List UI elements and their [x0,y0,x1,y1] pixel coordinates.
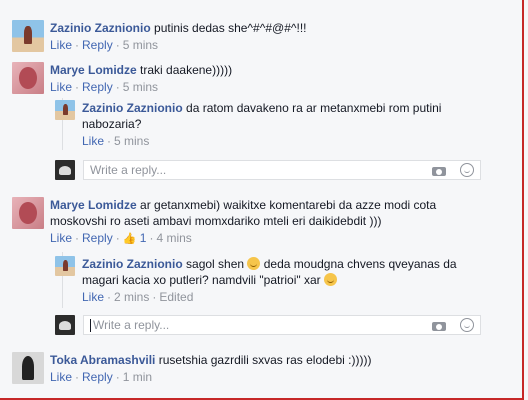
timestamp[interactable]: 4 mins [156,231,191,245]
like-count[interactable]: 1 [140,231,147,245]
comment-text: putinis dedas she^#^#@#^!!! [154,21,307,35]
avatar [55,315,75,335]
reply-composer: Write a reply... [55,315,481,335]
reply-placeholder: Write a reply... [90,163,167,177]
timestamp[interactable]: 5 mins [123,38,158,52]
reply-placeholder: Write a reply... [93,318,170,332]
comment: Marye Lomidze ar getanxmebi) waikitxe ko… [12,197,472,247]
commenter-name[interactable]: Zazinio Zaznionio [82,101,183,115]
smile-emoji-icon [323,273,337,286]
reply-comment: Zazinio Zaznionio da ratom davakeno ra a… [55,100,475,149]
avatar[interactable] [12,197,44,229]
avatar[interactable] [55,100,75,120]
commenter-name[interactable]: Marye Lomidze [50,198,137,212]
comment: Marye Lomidze traki daakene))))) Like · Re… [12,62,232,95]
avatar[interactable] [55,256,75,276]
avatar [55,160,75,180]
commenter-name[interactable]: Marye Lomidze [50,63,137,77]
smile-icon[interactable] [460,163,474,177]
avatar[interactable] [12,20,44,52]
comment-text-part: sagol shen [186,257,245,271]
reply-composer: Write a reply... [55,160,481,180]
comment: Toka Abramashvili rusetshia gazrdili sxv… [12,352,371,385]
timestamp[interactable]: 1 min [123,370,152,384]
comment-text: traki daakene))))) [140,63,233,77]
timestamp[interactable]: 5 mins [114,134,149,148]
camera-icon[interactable] [432,320,446,331]
like-link[interactable]: Like [50,231,72,245]
text-cursor [90,318,91,332]
commenter-name[interactable]: Zazinio Zaznionio [82,257,183,271]
like-link[interactable]: Like [50,370,72,384]
comment-text: rusetshia gazrdili sxvas ras elodebi :))… [158,353,372,367]
smile-icon[interactable] [460,318,474,332]
timestamp[interactable]: 2 mins [114,290,149,304]
reply-link[interactable]: Reply [82,80,113,94]
smile-emoji-icon [247,257,261,270]
reply-comment: Zazinio Zaznionio sagol shen deda moudgn… [55,256,475,305]
edited-label[interactable]: Edited [159,290,193,304]
thumbs-up-icon: 👍 [122,233,137,245]
timestamp[interactable]: 5 mins [123,80,158,94]
reply-input[interactable]: Write a reply... [83,160,481,180]
commenter-name[interactable]: Toka Abramashvili [50,353,155,367]
reply-link[interactable]: Reply [82,38,113,52]
like-link[interactable]: Like [82,290,104,304]
like-link[interactable]: Like [50,80,72,94]
reply-link[interactable]: Reply [82,231,113,245]
like-link[interactable]: Like [82,134,104,148]
camera-icon[interactable] [432,165,446,176]
reply-link[interactable]: Reply [82,370,113,384]
avatar[interactable] [12,352,44,384]
like-link[interactable]: Like [50,38,72,52]
commenter-name[interactable]: Zazinio Zaznionio [50,21,151,35]
comment: Zazinio Zaznionio putinis dedas she^#^#@… [12,20,307,53]
reply-input[interactable]: Write a reply... [83,315,481,335]
avatar[interactable] [12,62,44,94]
